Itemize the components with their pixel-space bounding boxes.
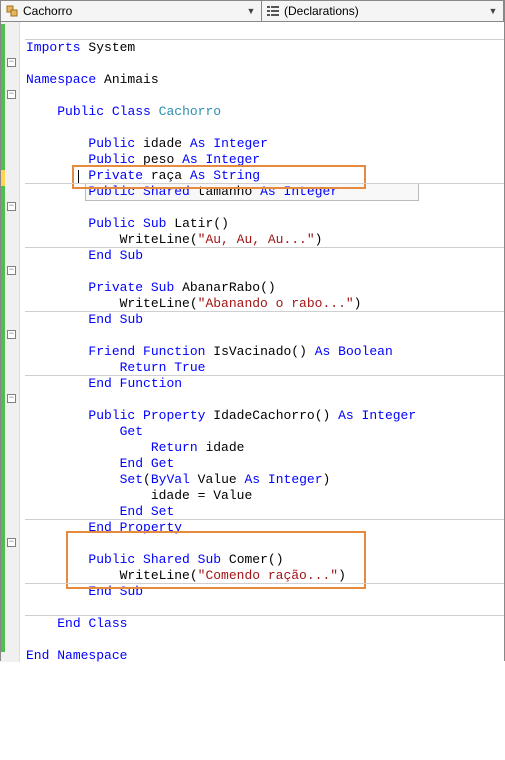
outline-toggle[interactable] [7,58,16,67]
text-caret [78,170,79,184]
code-line: Friend Function IsVacinado() As Boolean [26,344,393,359]
code-line: Return True [26,360,205,375]
code-line: idade = Value [26,488,252,503]
code-line: End Set [26,504,174,519]
code-line: Return idade [26,440,244,455]
member-dropdown[interactable]: (Declarations) ▼ [262,1,504,21]
code-line: Public peso As Integer [26,152,260,167]
member-separator [25,311,504,312]
code-area[interactable]: Imports System Namespace Animais Public … [20,22,504,662]
member-separator [25,519,504,520]
code-line: End Sub [26,584,143,599]
code-line: Private raça As String [26,168,260,183]
member-separator [25,247,504,248]
code-line: Get [26,424,143,439]
code-line: Public Class Cachorro [26,104,221,119]
code-line: End Sub [26,248,143,263]
code-line: Namespace Animais [26,72,159,87]
change-marker-unsaved [1,170,5,186]
member-separator [25,583,504,584]
member-separator [25,615,504,616]
code-line: End Property [26,520,182,535]
code-editor[interactable]: Imports System Namespace Animais Public … [1,22,504,662]
code-line: Public Shared tamanho As Integer [26,184,416,199]
member-separator [25,183,504,184]
member-dropdown-text: (Declarations) [284,4,487,18]
code-line: Public Property IdadeCachorro() As Integ… [26,408,416,423]
outline-toggle[interactable] [7,538,16,547]
code-line: End Sub [26,312,143,327]
code-line: Imports System [26,40,135,55]
code-line: Private Sub AbanarRabo() [26,280,276,295]
class-dropdown-text: Cachorro [23,4,245,18]
editor-margin [1,22,20,662]
outline-toggle[interactable] [7,266,16,275]
member-separator [25,39,504,40]
outline-toggle[interactable] [7,394,16,403]
outline-toggle[interactable] [7,90,16,99]
code-line: Set(ByVal Value As Integer) [26,472,330,487]
code-line: Public Shared Sub Comer() [26,552,284,567]
code-line: Public idade As Integer [26,136,268,151]
outline-toggle[interactable] [7,330,16,339]
class-icon [5,4,19,18]
declarations-icon [266,4,280,18]
code-line: End Class [26,616,127,631]
code-line: WriteLine("Comendo ração...") [26,568,346,583]
change-marker-saved [1,186,5,652]
chevron-down-icon: ▼ [487,6,499,16]
chevron-down-icon: ▼ [245,6,257,16]
class-dropdown[interactable]: Cachorro ▼ [1,1,262,21]
outline-toggle[interactable] [7,202,16,211]
code-line: Public Sub Latir() [26,216,229,231]
code-line: End Get [26,456,174,471]
code-line: WriteLine("Au, Au, Au...") [26,232,322,247]
editor-header: Cachorro ▼ (Declarations) ▼ [1,1,504,22]
change-marker-saved [1,24,5,170]
code-line: End Function [26,376,182,391]
member-separator [25,375,504,376]
code-line: WriteLine("Abanando o rabo...") [26,296,361,311]
